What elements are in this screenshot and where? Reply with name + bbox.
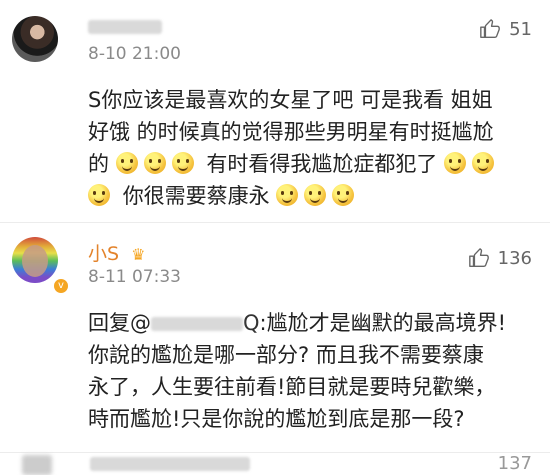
avatar[interactable] — [22, 455, 52, 475]
masked-mention[interactable] — [151, 317, 243, 331]
comment-line: 好饿 的时候真的觉得那些男明星有时挺尴尬 — [88, 120, 494, 144]
comment-time: 8-10 21:00 — [88, 44, 181, 64]
username[interactable] — [88, 16, 162, 37]
like-count: 137 — [497, 453, 532, 474]
comment-line: 你很需要蔡康永 — [88, 180, 528, 212]
comment-line: 回复@ Q:尴尬才是幽默的最高境界! — [88, 307, 528, 339]
comment-line: 的 有时看得我尴尬症都犯了 — [88, 148, 528, 180]
smile-emoji-icon — [143, 152, 166, 174]
comment-item: 137 — [0, 452, 550, 475]
comment-text: S你应该是最喜欢的女星了吧 可是我看 姐姐 好饿 的时候真的觉得那些男明星有时挺… — [88, 84, 528, 212]
smile-emoji-icon — [171, 152, 194, 174]
mention-tail[interactable]: Q — [243, 311, 260, 335]
comment-line-text: :尴尬才是幽默的最高境界! — [259, 311, 507, 335]
like-button[interactable]: 51 — [479, 18, 532, 40]
comment-time: 8-11 07:33 — [88, 267, 181, 287]
comment-line: 時而尷尬!只是你說的尷尬到底是那一段? — [88, 407, 465, 431]
comment-line-text: 有时看得我尴尬症都犯了 — [206, 152, 438, 176]
comment-line: S你应该是最喜欢的女星了吧 可是我看 姐姐 — [88, 88, 493, 112]
thumbs-up-icon — [468, 248, 489, 267]
username[interactable]: 小S ♛ — [88, 239, 145, 266]
smile-emoji-icon — [115, 152, 138, 174]
masked-username — [88, 20, 162, 34]
avatar[interactable] — [12, 16, 58, 62]
smile-emoji-icon — [332, 184, 355, 206]
comment-line-text: 的 — [88, 152, 109, 176]
smile-emoji-icon — [444, 152, 467, 174]
verified-badge-icon: v — [52, 277, 70, 295]
smile-emoji-icon — [88, 184, 110, 206]
like-button[interactable]: 137 — [498, 453, 532, 474]
smile-emoji-icon — [472, 152, 495, 174]
like-count: 51 — [509, 18, 532, 40]
comment-line: 永了，人生要往前看!節目就是要時兒歡樂， — [88, 375, 496, 399]
avatar[interactable] — [12, 237, 58, 283]
crown-icon: ♛ — [131, 245, 146, 264]
comment-item: 8-10 21:00 51 S你应该是最喜欢的女星了吧 可是我看 姐姐 好饿 的… — [0, 0, 550, 222]
username-text: 小S — [88, 243, 120, 265]
smile-emoji-icon — [276, 184, 299, 206]
comment-item: v 小S ♛ 8-11 07:33 136 回复@ Q:尴尬才是幽默的最高境界! … — [0, 222, 550, 453]
smile-emoji-icon — [304, 184, 327, 206]
like-button[interactable]: 136 — [468, 247, 532, 269]
thumbs-up-icon — [480, 19, 500, 38]
like-count: 136 — [497, 247, 532, 269]
comment-text: 回复@ Q:尴尬才是幽默的最高境界! 你說的尷尬是哪一部分? 而且我不需要蔡康 永… — [88, 307, 528, 435]
reply-prefix: 回复@ — [88, 311, 151, 335]
comment-line: 你說的尷尬是哪一部分? 而且我不需要蔡康 — [88, 343, 484, 367]
comment-line-text: 你很需要蔡康永 — [122, 184, 270, 208]
